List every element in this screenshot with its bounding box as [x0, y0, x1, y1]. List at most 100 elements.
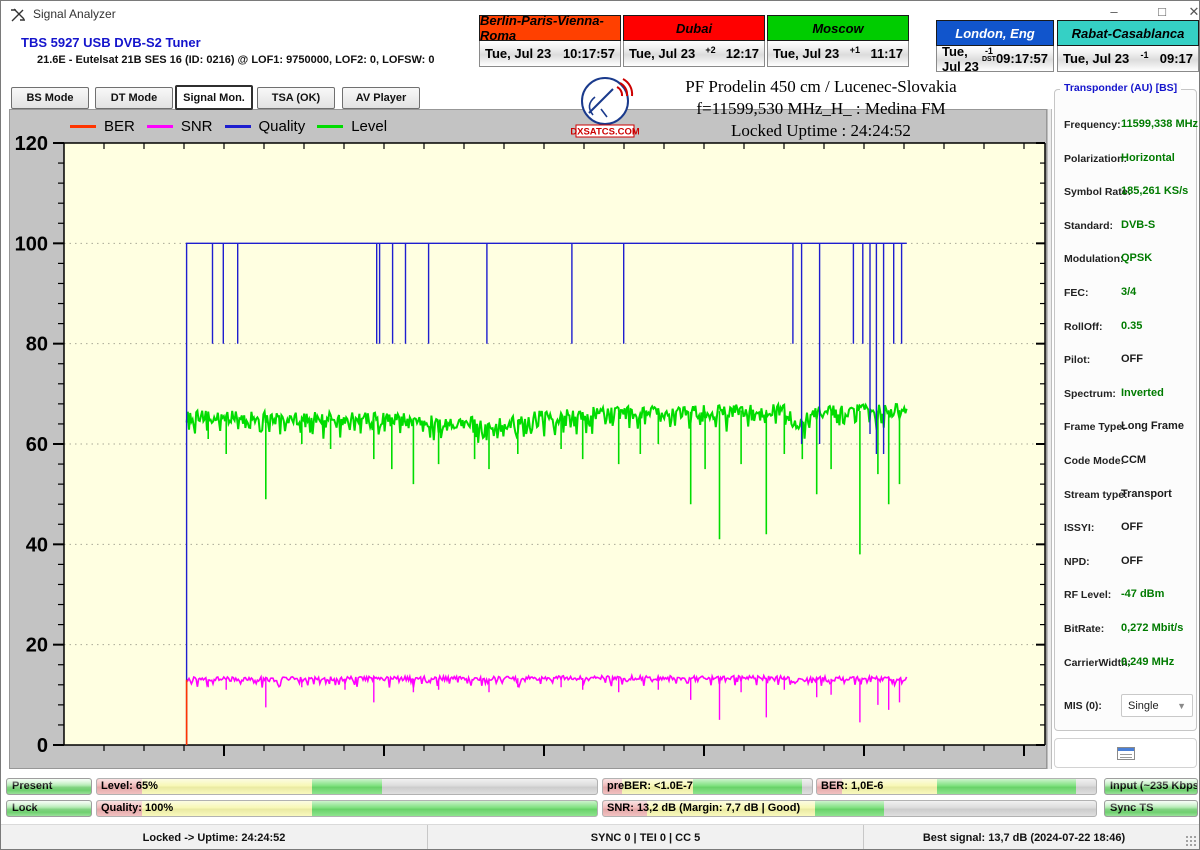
ber-bar: BER: 1,0E-6 — [816, 778, 1097, 795]
transponder-row-value: OFF — [1121, 555, 1143, 567]
clock-city-label: Moscow — [767, 15, 909, 41]
lock-indicator: Lock — [6, 800, 92, 817]
svg-text:100: 100 — [15, 233, 48, 255]
clock-time: 10:17:57 — [563, 46, 615, 61]
mis-label: MIS (0): — [1064, 700, 1102, 712]
transponder-row-issyi-: ISSYI:OFF — [1064, 522, 1194, 536]
transponder-row-value: Transport — [1121, 488, 1172, 500]
list-icon — [1117, 747, 1135, 760]
clock-offset-value: +1 — [850, 46, 860, 55]
tab-dt-mode[interactable]: DT Mode — [95, 87, 173, 109]
transponder-row-fec-: FEC:3/4 — [1064, 287, 1194, 301]
transponder-row-carrierwidth-: CarrierWidth:0,249 MHz — [1064, 657, 1194, 671]
legend-swatch-ber — [70, 125, 96, 128]
transponder-row-value: -47 dBm — [1121, 588, 1164, 600]
clock-time-row: Tue, Jul 2310:17:57 — [479, 41, 621, 67]
clock-time-row: Tue, Jul 23-109:17 — [1057, 46, 1199, 72]
svg-text:120: 120 — [15, 133, 48, 155]
transponder-row-label: Pilot: — [1064, 354, 1090, 366]
tab-bs-mode[interactable]: BS Mode — [11, 87, 89, 109]
panel-splitter[interactable] — [1047, 109, 1052, 769]
clock-time: 09:17 — [1160, 51, 1193, 66]
legend-swatch-snr — [147, 125, 173, 128]
transponder-row-code-mode-: Code Mode:CCM — [1064, 455, 1194, 469]
clock-city-label: Rabat-Casablanca — [1057, 20, 1199, 46]
bar-label: Quality: 100% — [101, 802, 173, 814]
header-frequency-service: f=11599,530 MHz_H_ : Medina FM — [641, 98, 1001, 120]
transponder-row-label: FEC: — [1064, 287, 1089, 299]
svg-text:40: 40 — [26, 534, 48, 556]
header-dish-location: PF Prodelin 450 cm / Lucenec-Slovakia — [641, 76, 1001, 98]
svg-text:0: 0 — [37, 735, 48, 757]
transponder-row-polarization-: Polarization:Horizontal — [1064, 153, 1194, 167]
transponder-row-label: Stream type: — [1064, 489, 1128, 501]
tab-tsa-ok-[interactable]: TSA (OK) — [257, 87, 335, 109]
legend-item-snr: SNR — [147, 118, 213, 135]
transponder-groupbox: Transponder (AU) [BS] Frequency:11599,33… — [1054, 89, 1197, 731]
clock-moscow: MoscowTue, Jul 23+111:17 — [767, 15, 909, 67]
bar-segment — [312, 779, 382, 794]
clock-utc-offset: +2 — [705, 46, 715, 55]
legend-label: BER — [104, 118, 135, 135]
transponder-row-value: Long Frame — [1121, 420, 1184, 432]
logo-text: DXSATCS.COM — [571, 127, 639, 138]
transponder-row-label: Frame Type: — [1064, 421, 1126, 433]
chart-container: BERSNRQualityLevel 120100806040200 — [9, 109, 1047, 769]
clock-time: 11:17 — [870, 46, 903, 61]
clock-city-label: Dubai — [623, 15, 765, 41]
clock-time-row: Tue, Jul 23+111:17 — [767, 41, 909, 67]
transponder-row-label: BitRate: — [1064, 623, 1104, 635]
statusbar-cell-0: Locked -> Uptime: 24:24:52 — [1, 825, 428, 850]
clock-berlin-paris-vienna-roma: Berlin-Paris-Vienna-RomaTue, Jul 2310:17… — [479, 15, 621, 67]
clock-city-label: London, Eng — [936, 20, 1054, 46]
transponder-row-value: OFF — [1121, 353, 1143, 365]
clock-offset-value: +2 — [705, 46, 715, 55]
input-indicator: Input (~235 Kbps) — [1104, 778, 1198, 795]
header-block: PF Prodelin 450 cm / Lucenec-Slovakia f=… — [641, 76, 1001, 142]
signal-analyzer-window: Signal Analyzer – □ ✕ TBS 5927 USB DVB-S… — [0, 0, 1200, 850]
snr-bar: SNR: 13,2 dB (Margin: 7,7 dB | Good) — [602, 800, 1097, 817]
transponder-title: Transponder (AU) [BS] — [1060, 82, 1181, 94]
transponder-row-bitrate-: BitRate:0,272 Mbit/s — [1064, 623, 1194, 637]
legend-item-ber: BER — [70, 118, 135, 135]
bar-segment — [815, 801, 884, 816]
bar-segment — [937, 779, 1077, 794]
transponder-row-frame-type-: Frame Type:Long Frame — [1064, 421, 1194, 435]
tab-av-player[interactable]: AV Player — [342, 87, 420, 109]
svg-text:20: 20 — [26, 635, 48, 657]
resize-grip[interactable] — [1185, 835, 1198, 848]
clock-time-row: Tue, Jul 23-1DST09:17:57 — [936, 46, 1054, 72]
clock-time: 12:17 — [726, 46, 759, 61]
legend-label: Quality — [259, 118, 306, 135]
clock-utc-offset: -1 — [1140, 51, 1148, 60]
transponder-row-value: Horizontal — [1121, 152, 1175, 164]
svg-text:80: 80 — [26, 334, 48, 356]
legend-swatch-quality — [225, 125, 251, 128]
tab-signal-mon-[interactable]: Signal Mon. — [175, 85, 253, 110]
present-indicator: Present — [6, 778, 92, 795]
tuner-details: 21.6E - Eutelsat 21B SES 16 (ID: 0216) @… — [37, 54, 435, 66]
transponder-row-symbol-rate-: Symbol Rate:185,261 KS/s — [1064, 186, 1194, 200]
stream-list-button[interactable] — [1054, 738, 1197, 768]
clock-time-row: Tue, Jul 23+212:17 — [623, 41, 765, 67]
mis-select-value: Single — [1128, 700, 1159, 712]
mis-select[interactable]: Single ▼ — [1121, 694, 1193, 717]
bar-segment — [312, 801, 597, 816]
bar-segment — [142, 779, 312, 794]
transponder-row-label: ISSYI: — [1064, 522, 1094, 534]
transponder-row-rf-level-: RF Level:-47 dBm — [1064, 589, 1194, 603]
window-title: Signal Analyzer — [33, 7, 116, 21]
transponder-row-label: Standard: — [1064, 220, 1113, 232]
clock-offset-value: -1 — [985, 47, 993, 56]
transponder-row-value: 11599,338 MHz — [1121, 118, 1198, 130]
dxsatcs-logo: DXSATCS.COM — [571, 75, 639, 143]
chart-legend: BERSNRQualityLevel — [70, 118, 387, 135]
clock-offset-label: DST — [982, 56, 996, 63]
transponder-row-label: Spectrum: — [1064, 388, 1116, 400]
transponder-row-pilot-: Pilot: OFF — [1064, 354, 1194, 368]
sync-ts-indicator: Sync TS — [1104, 800, 1198, 817]
transponder-row-value: CCM — [1121, 454, 1146, 466]
transponder-row-spectrum-: Spectrum:Inverted — [1064, 388, 1194, 402]
transponder-row-value: 185,261 KS/s — [1121, 185, 1188, 197]
bar-label: Level: 65% — [101, 780, 158, 792]
